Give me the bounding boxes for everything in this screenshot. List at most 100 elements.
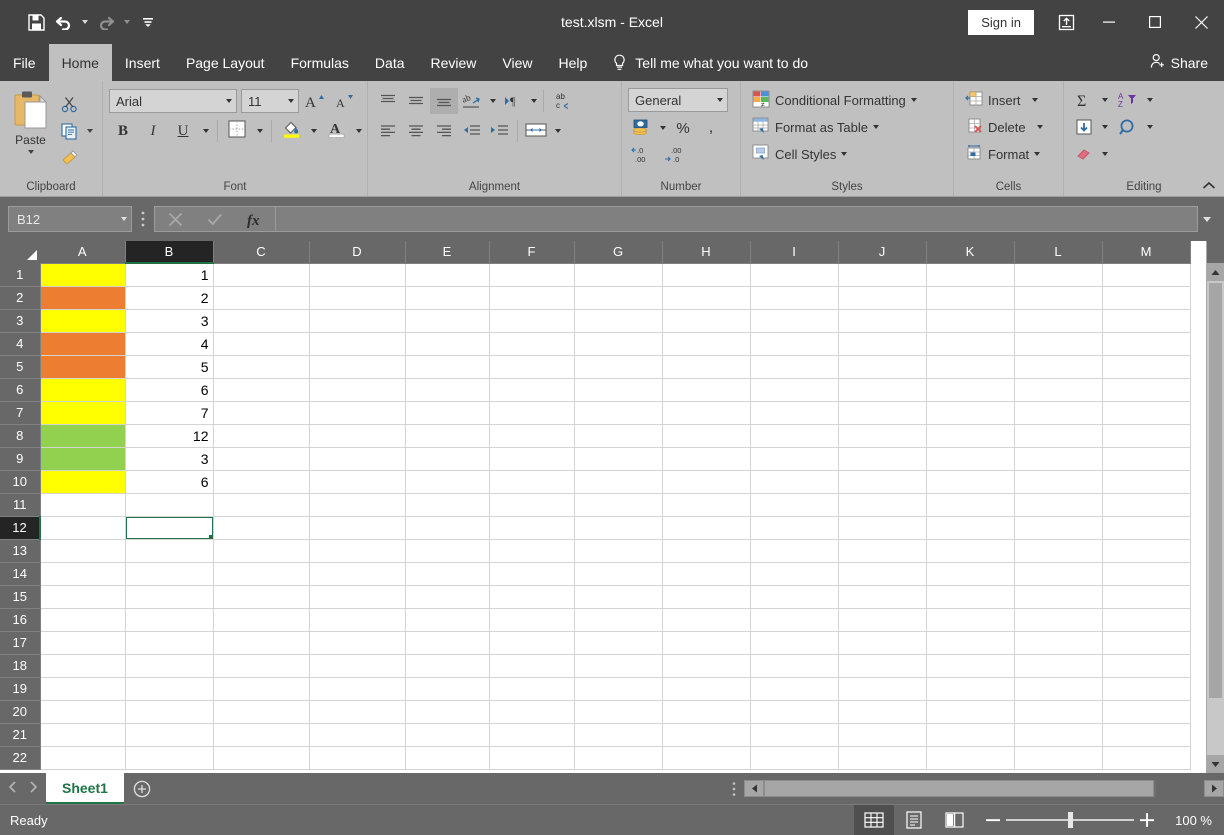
cell-E11[interactable]: [405, 493, 490, 517]
cell-G5[interactable]: [574, 355, 663, 379]
cell-G21[interactable]: [574, 723, 663, 747]
cell-I3[interactable]: [750, 309, 839, 333]
cell-D12[interactable]: [309, 516, 406, 540]
cell-M21[interactable]: [1102, 723, 1191, 747]
cell-J12[interactable]: [838, 516, 927, 540]
sort-filter-button[interactable]: AZ: [1115, 87, 1143, 113]
save-icon[interactable]: [22, 8, 50, 36]
share-button[interactable]: Share: [1150, 44, 1224, 81]
cell-G19[interactable]: [574, 677, 663, 701]
cell-I17[interactable]: [750, 631, 839, 655]
cell-C7[interactable]: [213, 401, 310, 425]
cell-E14[interactable]: [405, 562, 490, 586]
cell-M4[interactable]: [1102, 332, 1191, 356]
cell-L14[interactable]: [1014, 562, 1103, 586]
cell-I10[interactable]: [750, 470, 839, 494]
row-header-13[interactable]: 13: [0, 539, 41, 563]
format-painter-button[interactable]: [55, 145, 96, 171]
cell-G18[interactable]: [574, 654, 663, 678]
redo-icon[interactable]: [92, 8, 120, 36]
cell-A7[interactable]: [40, 401, 126, 425]
cell-H19[interactable]: [662, 677, 751, 701]
cell-F2[interactable]: [489, 286, 575, 310]
cell-B17[interactable]: [125, 631, 214, 655]
cell-C4[interactable]: [213, 332, 310, 356]
cell-J21[interactable]: [838, 723, 927, 747]
cell-J17[interactable]: [838, 631, 927, 655]
cell-H9[interactable]: [662, 447, 751, 471]
cell-G12[interactable]: [574, 516, 663, 540]
font-name-combo[interactable]: Arial: [109, 89, 237, 113]
cell-K7[interactable]: [926, 401, 1015, 425]
cell-B13[interactable]: [125, 539, 214, 563]
cell-K15[interactable]: [926, 585, 1015, 609]
previous-sheet-icon[interactable]: [8, 780, 17, 798]
font-color-dropdown-icon[interactable]: [352, 118, 365, 144]
cell-G8[interactable]: [574, 424, 663, 448]
name-box[interactable]: B12: [8, 206, 132, 232]
cell-M16[interactable]: [1102, 608, 1191, 632]
copy-button[interactable]: [55, 118, 96, 144]
cell-K11[interactable]: [926, 493, 1015, 517]
tab-formulas[interactable]: Formulas: [278, 44, 362, 81]
cell-D18[interactable]: [309, 654, 406, 678]
cell-M3[interactable]: [1102, 309, 1191, 333]
cell-K12[interactable]: [926, 516, 1015, 540]
cell-B15[interactable]: [125, 585, 214, 609]
cell-C3[interactable]: [213, 309, 310, 333]
cell-K14[interactable]: [926, 562, 1015, 586]
undo-dropdown-icon[interactable]: [78, 8, 92, 36]
delete-cells-button[interactable]: Delete: [960, 114, 1048, 140]
cell-F21[interactable]: [489, 723, 575, 747]
underline-dropdown-icon[interactable]: [199, 118, 212, 144]
row-header-15[interactable]: 15: [0, 585, 41, 609]
cell-L16[interactable]: [1014, 608, 1103, 632]
cell-B7[interactable]: 7: [125, 401, 214, 425]
row-header-9[interactable]: 9: [0, 447, 41, 471]
cell-C6[interactable]: [213, 378, 310, 402]
cell-B11[interactable]: [125, 493, 214, 517]
page-layout-view-button[interactable]: [894, 805, 934, 835]
worksheet-grid[interactable]: A B C D E F G H I J K L M 1 1 2 2 3 3 4 4 5 5 6 6 7 7 8 12 9 3 10 6 11 12 1…: [0, 241, 1206, 773]
cell-B9[interactable]: 3: [125, 447, 214, 471]
cell-K20[interactable]: [926, 700, 1015, 724]
fill-color-dropdown-icon[interactable]: [307, 118, 320, 144]
column-header-i[interactable]: I: [750, 241, 839, 264]
cell-F18[interactable]: [489, 654, 575, 678]
cell-K2[interactable]: [926, 286, 1015, 310]
underline-button[interactable]: U: [169, 118, 197, 144]
cell-D17[interactable]: [309, 631, 406, 655]
cell-G6[interactable]: [574, 378, 663, 402]
cell-K13[interactable]: [926, 539, 1015, 563]
decrease-indent-button[interactable]: [458, 118, 486, 144]
cell-L22[interactable]: [1014, 746, 1103, 770]
cell-L17[interactable]: [1014, 631, 1103, 655]
row-header-14[interactable]: 14: [0, 562, 41, 586]
cell-L15[interactable]: [1014, 585, 1103, 609]
select-all-button[interactable]: [0, 241, 40, 263]
row-header-4[interactable]: 4: [0, 332, 41, 356]
row-header-6[interactable]: 6: [0, 378, 41, 402]
clear-dropdown-icon[interactable]: [1098, 141, 1111, 167]
cell-H3[interactable]: [662, 309, 751, 333]
cell-D21[interactable]: [309, 723, 406, 747]
column-header-b[interactable]: B: [125, 241, 214, 264]
cell-E8[interactable]: [405, 424, 490, 448]
bold-button[interactable]: B: [109, 118, 137, 144]
cell-B14[interactable]: [125, 562, 214, 586]
cell-E2[interactable]: [405, 286, 490, 310]
cell-G11[interactable]: [574, 493, 663, 517]
find-select-button[interactable]: [1115, 114, 1143, 140]
cell-I7[interactable]: [750, 401, 839, 425]
horizontal-scrollbar[interactable]: [744, 773, 1224, 804]
cell-H18[interactable]: [662, 654, 751, 678]
cell-J20[interactable]: [838, 700, 927, 724]
cell-L7[interactable]: [1014, 401, 1103, 425]
cell-M5[interactable]: [1102, 355, 1191, 379]
cell-E20[interactable]: [405, 700, 490, 724]
cell-J1[interactable]: [838, 263, 927, 287]
cell-L2[interactable]: [1014, 286, 1103, 310]
cell-F9[interactable]: [489, 447, 575, 471]
cell-K5[interactable]: [926, 355, 1015, 379]
horizontal-scroll-thumb[interactable]: [764, 780, 1154, 797]
